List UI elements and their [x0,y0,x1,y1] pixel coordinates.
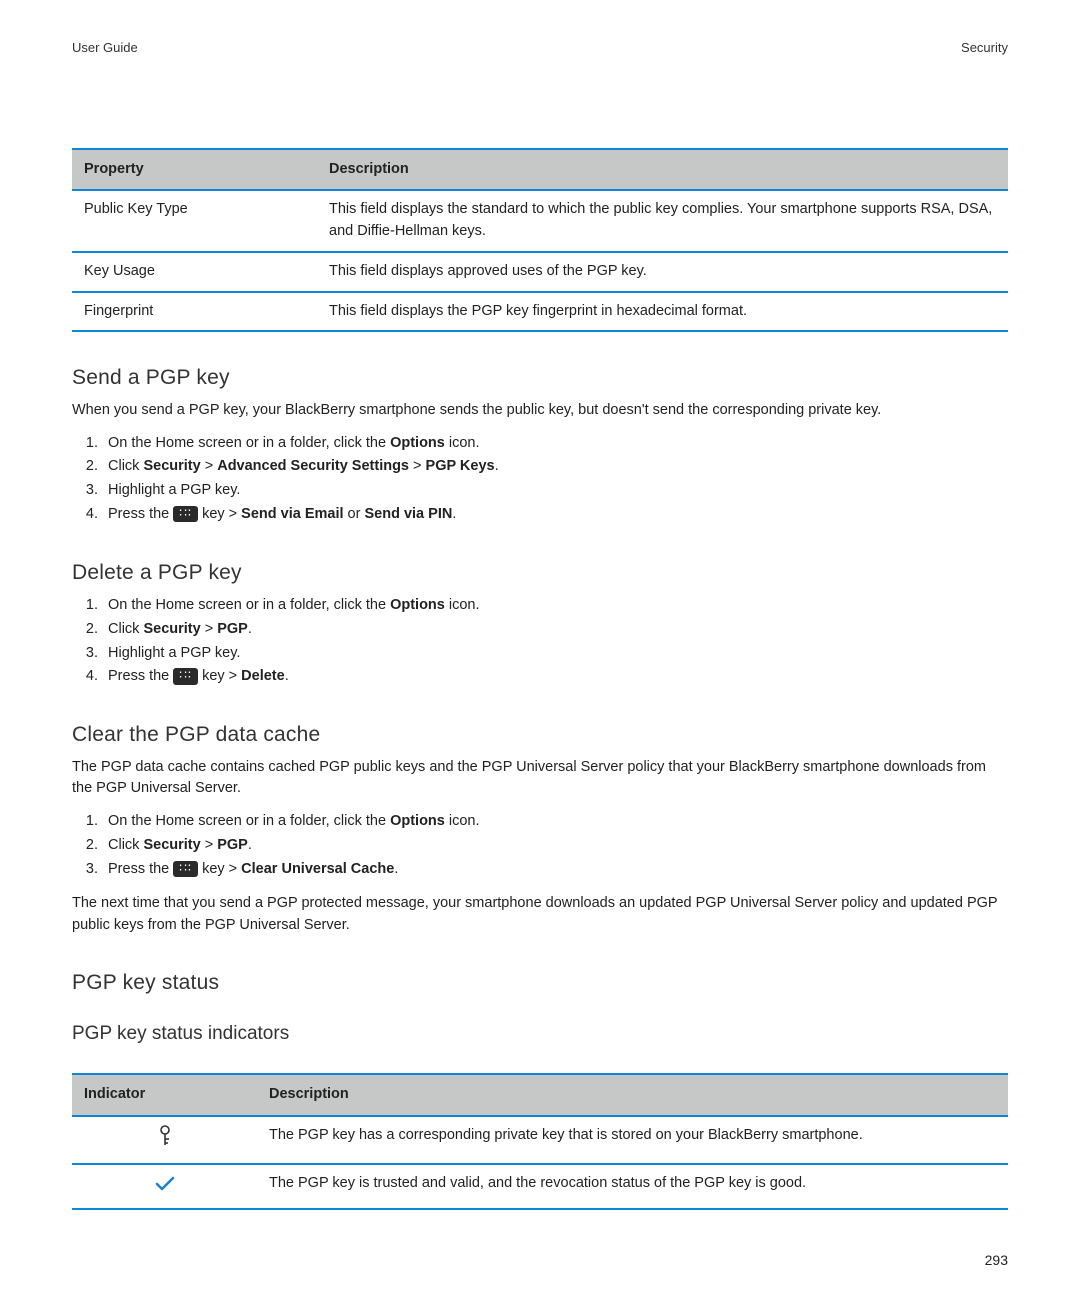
list-item: Press the ∷∶ key > Clear Universal Cache… [102,858,1008,882]
checkmark-icon [155,1173,175,1200]
page-header: User Guide Security [72,38,1008,58]
list-item: Click Security > PGP. [102,834,1008,858]
col-indicator: Indicator [72,1074,257,1116]
table-row: The PGP key is trusted and valid, and th… [72,1164,1008,1209]
heading-status: PGP key status [72,967,1008,999]
subheading-status-indicators: PGP key status indicators [72,1020,1008,1049]
description-cell: This field displays the PGP key fingerpr… [317,292,1008,332]
table-row: Public Key Type This field displays the … [72,190,1008,252]
col-property: Property [72,149,317,191]
list-item: Press the ∷∶ key > Delete. [102,665,1008,689]
header-right: Security [961,38,1008,58]
table-header-row: Property Description [72,149,1008,191]
blackberry-key-icon: ∷∶ [173,861,198,877]
clear-intro: The PGP data cache contains cached PGP p… [72,757,1008,801]
table-row: The PGP key has a corresponding private … [72,1116,1008,1164]
table-row: Key Usage This field displays approved u… [72,252,1008,292]
clear-outro: The next time that you send a PGP protec… [72,893,1008,937]
description-cell: The PGP key is trusted and valid, and th… [257,1164,1008,1209]
indicator-icon-cell [72,1116,257,1164]
property-cell: Key Usage [72,252,317,292]
send-intro: When you send a PGP key, your BlackBerry… [72,400,1008,422]
indicator-icon-cell [72,1164,257,1209]
table-header-row: Indicator Description [72,1074,1008,1116]
list-item: On the Home screen or in a folder, click… [102,432,1008,456]
description-cell: The PGP key has a corresponding private … [257,1116,1008,1164]
list-item: On the Home screen or in a folder, click… [102,810,1008,834]
table-row: Fingerprint This field displays the PGP … [72,292,1008,332]
heading-delete-pgp: Delete a PGP key [72,557,1008,589]
description-cell: This field displays approved uses of the… [317,252,1008,292]
page-number: 293 [72,1250,1008,1271]
property-cell: Fingerprint [72,292,317,332]
list-item: Click Security > Advanced Security Setti… [102,455,1008,479]
blackberry-key-icon: ∷∶ [173,506,198,522]
header-left: User Guide [72,38,138,58]
list-item: Highlight a PGP key. [102,479,1008,503]
heading-clear-cache: Clear the PGP data cache [72,719,1008,751]
list-item: On the Home screen or in a folder, click… [102,594,1008,618]
delete-steps: On the Home screen or in a folder, click… [78,594,1008,689]
property-cell: Public Key Type [72,190,317,252]
list-item: Press the ∷∶ key > Send via Email or Sen… [102,503,1008,527]
indicators-table: Indicator Description The PGP key has a … [72,1073,1008,1210]
private-key-icon [157,1125,173,1155]
col-description: Description [257,1074,1008,1116]
col-description: Description [317,149,1008,191]
list-item: Highlight a PGP key. [102,642,1008,666]
description-cell: This field displays the standard to whic… [317,190,1008,252]
clear-steps: On the Home screen or in a folder, click… [78,810,1008,881]
heading-send-pgp: Send a PGP key [72,362,1008,394]
send-steps: On the Home screen or in a folder, click… [78,432,1008,527]
properties-table: Property Description Public Key Type Thi… [72,148,1008,333]
list-item: Click Security > PGP. [102,618,1008,642]
blackberry-key-icon: ∷∶ [173,668,198,684]
